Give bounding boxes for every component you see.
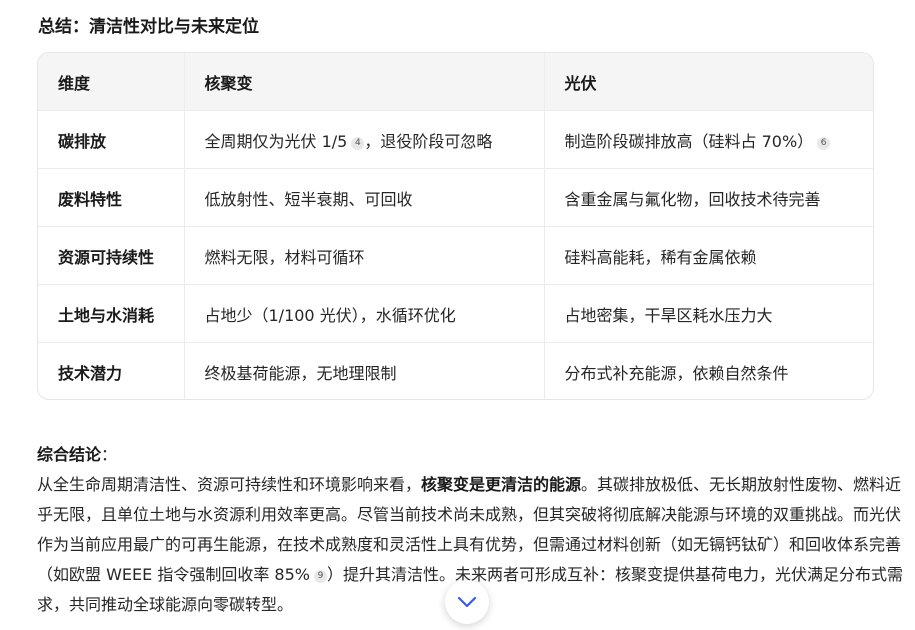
fusion-cell: 全周期仅为光伏 1/5 4 ，退役阶段可忽略 [184, 110, 545, 169]
table-row: 碳排放 全周期仅为光伏 1/5 4 ，退役阶段可忽略 制造阶段碳排放高（硅料占 70… [38, 110, 873, 169]
pv-cell: 占地密集，干旱区耗水压力大 [544, 284, 873, 343]
fusion-cell: 燃料无限，材料可循环 [184, 226, 545, 285]
table-row: 资源可持续性 燃料无限，材料可循环 硅料高能耗，稀有金属依赖 [38, 226, 873, 285]
fusion-text-after: ，退役阶段可忽略 [364, 131, 493, 151]
conclusion-text-1: 从全生命周期清洁性、资源可持续性和环境影响来看， [37, 475, 422, 494]
scroll-down-button[interactable] [445, 580, 489, 624]
chevron-down-icon [457, 593, 477, 612]
row-dimension: 碳排放 [38, 110, 185, 169]
table-row: 废料特性 低放射性、短半衰期、可回收 含重金属与氟化物，回收技术待完善 [38, 168, 873, 227]
pv-cell: 硅料高能耗，稀有金属依赖 [544, 226, 873, 285]
fusion-cell: 低放射性、短半衰期、可回收 [184, 168, 545, 227]
header-pv: 光伏 [544, 53, 873, 111]
pv-cell: 分布式补充能源，依赖自然条件 [564, 363, 789, 383]
citation-badge[interactable]: 9 [313, 570, 327, 583]
citation-badge[interactable]: 4 [351, 136, 365, 150]
fusion-cell: 终极基荷能源，无地理限制 [184, 342, 545, 399]
pv-text: 制造阶段碳排放高（硅料占 70%） [564, 131, 814, 151]
row-dimension: 技术潜力 [38, 342, 185, 399]
header-fusion: 核聚变 [184, 53, 545, 111]
row-dimension: 资源可持续性 [38, 226, 185, 285]
header-dimension: 维度 [38, 53, 185, 111]
fusion-text: 全周期仅为光伏 1/5 [204, 131, 348, 151]
fusion-cell: 占地少（1/100 光伏），水循环优化 [184, 284, 545, 343]
row-dimension: 废料特性 [38, 168, 185, 227]
conclusion-colon: ： [101, 445, 118, 464]
table-row: 技术潜力 终极基荷能源，无地理限制 分布式补充能源，依赖自然条件 [38, 342, 873, 399]
pv-cell: 含重金属与氟化物，回收技术待完善 [544, 168, 873, 227]
conclusion-emphasis: 核聚变是更清洁的能源 [421, 475, 582, 494]
comparison-table: 维度 核聚变 光伏 碳排放 全周期仅为光伏 1/5 4 ，退役阶段可忽略 制造阶段碳… [37, 52, 874, 400]
table-row: 土地与水消耗 占地少（1/100 光伏），水循环优化 占地密集，干旱区耗水压力大 [38, 284, 873, 343]
pv-cell: 制造阶段碳排放高（硅料占 70%） 6 [544, 110, 873, 169]
citation-badge[interactable]: 6 [817, 136, 831, 150]
row-dimension: 土地与水消耗 [38, 284, 185, 343]
table-header-row: 维度 核聚变 光伏 [38, 53, 873, 111]
conclusion-label: 综合结论 [37, 445, 102, 464]
section-heading: 总结：清洁性对比与未来定位 [38, 17, 259, 37]
